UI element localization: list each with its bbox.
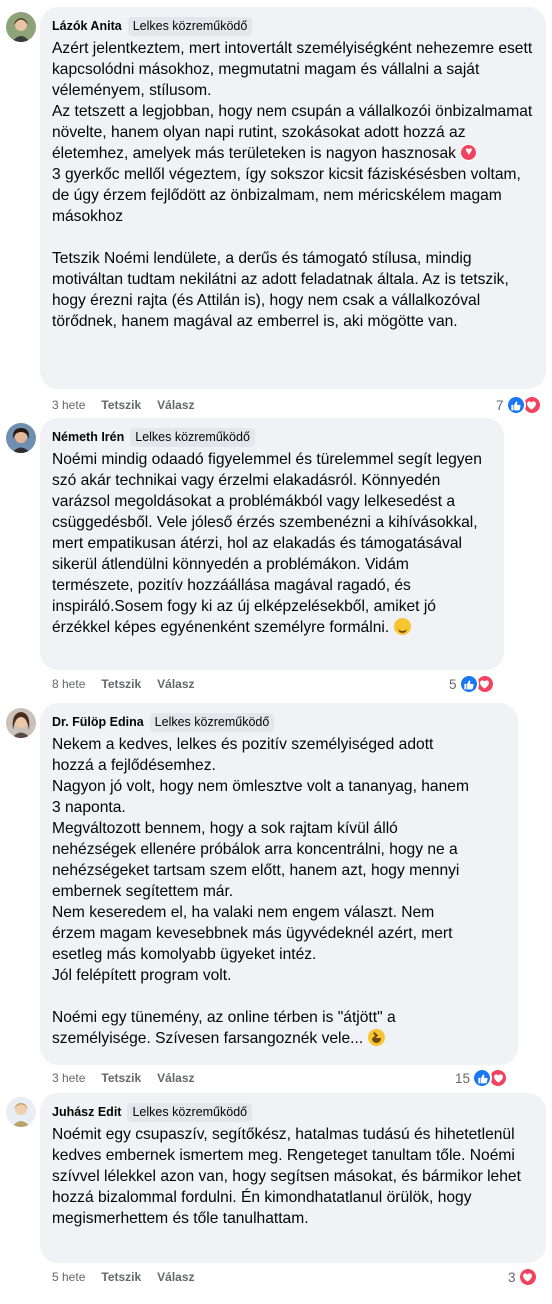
comment-bubble: Németh Irén Lelkes közreműködő Noémi min… (40, 418, 504, 670)
comment-text: Azért jelentkeztem, mert intovertált sze… (52, 38, 534, 332)
comment-text: Noémi mindig odaadó figyelemmel és türel… (52, 449, 492, 638)
comment-timestamp[interactable]: 3 hete (52, 398, 85, 412)
comment-actions: 3 hete Tetszik Válasz (52, 397, 211, 413)
comment-paragraph: Nem keseredem el, ha valaki nem engem vá… (52, 904, 453, 963)
avatar[interactable] (6, 1097, 36, 1127)
reaction-count: 5 (449, 676, 457, 692)
heart-emoji-icon (460, 143, 478, 161)
reply-button[interactable]: Válasz (157, 677, 194, 691)
author-name[interactable]: Németh Irén (52, 430, 124, 444)
comment-paragraph: Megváltozott bennem, hogy a sok rajtam k… (52, 820, 460, 900)
avatar[interactable] (6, 423, 36, 453)
avatar[interactable] (6, 708, 36, 738)
comment-timestamp[interactable]: 5 hete (52, 1270, 85, 1284)
like-icon (472, 1068, 493, 1088)
comment-paragraph: Nagyon jó volt, hogy nem ömlesztve volt … (52, 778, 469, 816)
reply-button[interactable]: Válasz (157, 1071, 194, 1085)
like-button[interactable]: Tetszik (101, 1270, 141, 1284)
comment-paragraph: Azért jelentkeztem, mert intovertált sze… (52, 40, 533, 99)
comment-paragraph: Noémi egy tünemény, az online térben is … (52, 1009, 396, 1047)
comment-bubble: Dr. Fülöp Edina Lelkes közreműködő Nekem… (40, 703, 518, 1065)
contributor-badge: Lelkes közreműködő (127, 16, 253, 36)
comment-text: Nekem a kedves, lelkes és pozitív személ… (52, 734, 506, 1049)
author-name[interactable]: Lázók Anita (52, 19, 122, 33)
contributor-badge: Lelkes közreműködő (127, 1102, 253, 1122)
comment-paragraph: Jól felépített program volt. (52, 967, 232, 984)
comment-timestamp[interactable]: 8 hete (52, 677, 85, 691)
like-icon (505, 395, 526, 415)
author-name[interactable]: Juhász Edit (52, 1105, 121, 1119)
comment-paragraph: Tetszik Noémi lendülete, a derűs és támo… (52, 250, 509, 330)
reply-button[interactable]: Válasz (157, 398, 194, 412)
reaction-summary[interactable]: 5 (449, 673, 495, 695)
reaction-summary[interactable]: 15 (455, 1067, 509, 1089)
reaction-count: 7 (496, 397, 504, 413)
reaction-summary[interactable]: 3 (508, 1266, 538, 1288)
comment-paragraph: Noémi mindig odaadó figyelemmel és türel… (52, 451, 482, 636)
contributor-badge: Lelkes közreműködő (130, 427, 255, 447)
love-icon (517, 1267, 538, 1287)
reaction-count: 3 (508, 1269, 516, 1285)
comment-paragraph: Nekem a kedves, lelkes és pozitív személ… (52, 736, 434, 774)
like-button[interactable]: Tetszik (101, 677, 141, 691)
reaction-count: 15 (455, 1070, 471, 1086)
like-button[interactable]: Tetszik (101, 1071, 141, 1085)
avatar[interactable] (6, 12, 36, 42)
comment-paragraph: Az tetszett a legjobban, hogy nem csupán… (52, 101, 534, 164)
comment-actions: 3 hete Tetszik Válasz (52, 1070, 211, 1086)
comment-text: Noémit egy csupaszív, segítőkész, hatalm… (52, 1124, 534, 1229)
comment-bubble: Juhász Edit Lelkes közreműködő Noémit eg… (40, 1093, 546, 1263)
comment-actions: 5 hete Tetszik Válasz (52, 1269, 211, 1285)
reply-button[interactable]: Válasz (157, 1270, 194, 1284)
like-icon (458, 674, 479, 694)
laughing-emoji-icon (367, 1029, 385, 1046)
comment-bubble: Lázók Anita Lelkes közreműködő Azért jel… (40, 7, 546, 389)
comment-paragraph: Noémit egy csupaszív, segítőkész, hatalm… (52, 1126, 521, 1227)
reaction-summary[interactable]: 7 (496, 394, 542, 416)
comment-paragraph: 3 gyerkőc mellől végeztem, így sokszor k… (52, 166, 521, 225)
author-name[interactable]: Dr. Fülöp Edina (52, 715, 144, 729)
comment-timestamp[interactable]: 3 hete (52, 1071, 85, 1085)
like-button[interactable]: Tetszik (101, 398, 141, 412)
smile-emoji-icon (393, 618, 411, 635)
contributor-badge: Lelkes közreműködő (149, 712, 275, 732)
comment-actions: 8 hete Tetszik Válasz (52, 676, 211, 692)
